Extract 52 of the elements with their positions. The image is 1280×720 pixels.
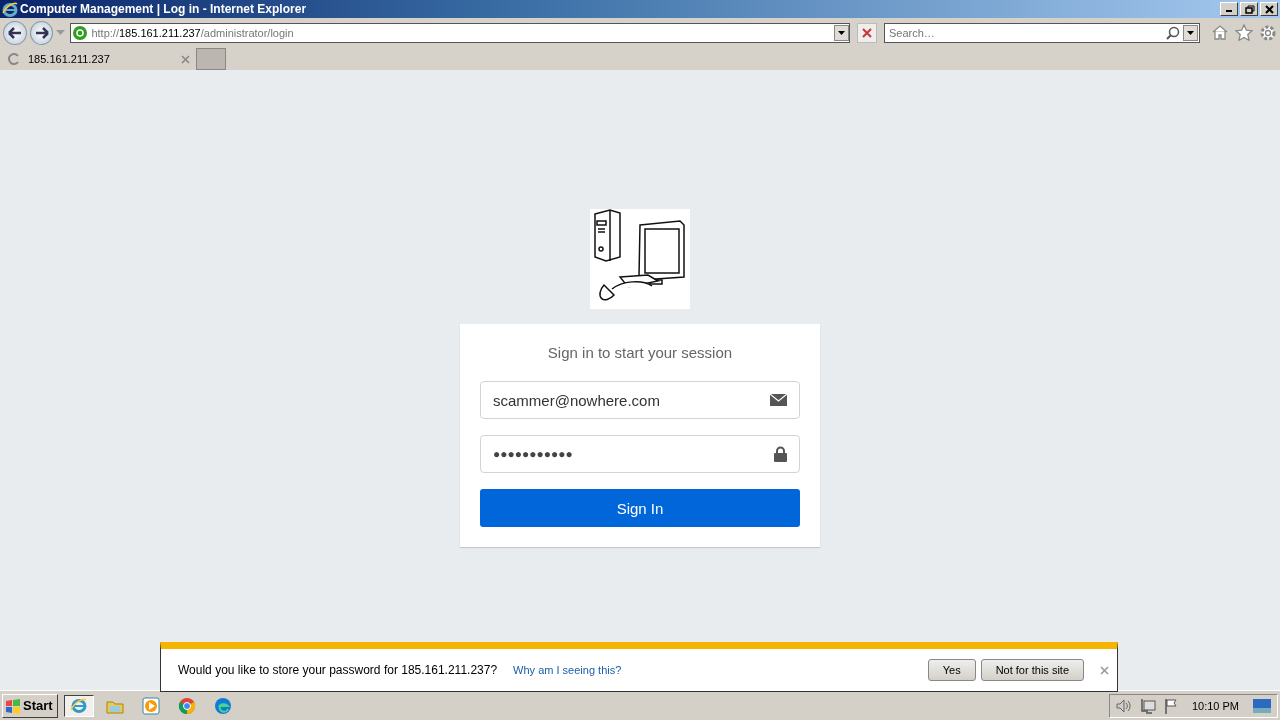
forward-button[interactable] (29, 21, 54, 45)
caret-icon (1187, 31, 1194, 35)
help-link[interactable]: Why am I seeing this? (513, 664, 912, 676)
windows-logo-icon (5, 697, 21, 714)
home-icon[interactable] (1211, 24, 1229, 40)
back-arrow-icon (7, 27, 22, 39)
start-button[interactable]: Start (2, 693, 58, 718)
sign-in-button[interactable]: Sign In (480, 489, 800, 527)
stop-button[interactable] (857, 23, 877, 43)
card-heading: Sign in to start your session (546, 344, 734, 361)
flag-icon[interactable] (1163, 697, 1178, 714)
address-field[interactable]: http://185.161.211.237/administrator/login (70, 23, 851, 43)
settings-icon[interactable] (1259, 24, 1277, 42)
star-icon[interactable] (1235, 24, 1253, 41)
url-text: http://185.161.211.237/administrator/login (91, 27, 295, 39)
restore-icon (1243, 3, 1255, 15)
media-player-icon (141, 696, 160, 715)
email-field[interactable]: scammer@nowhere.com (480, 381, 800, 419)
search-dropdown-button[interactable] (1183, 25, 1198, 41)
close-icon (862, 28, 873, 38)
loading-spinner-icon (8, 53, 20, 65)
prompt-message: Would you like to store your password for 185.161.211.237? (178, 663, 498, 677)
minimize-button[interactable] (1220, 2, 1238, 16)
dropdown-caret-icon[interactable] (56, 30, 66, 36)
site-badge-icon (73, 26, 88, 40)
prompt-button[interactable]: Not for this site (980, 659, 1084, 681)
chrome-icon (177, 696, 196, 715)
back-button[interactable] (3, 21, 27, 45)
taskbar-app-button[interactable] (63, 694, 94, 717)
window-title: Computer Management | Log in - Internet Explorer (20, 2, 308, 16)
minimize-icon (1226, 10, 1232, 12)
password-field[interactable]: ●●●●●●●●●●● (480, 435, 800, 473)
forward-arrow-icon (34, 27, 49, 39)
speaker-icon[interactable] (1115, 698, 1132, 713)
show-desktop-icon[interactable] (1253, 698, 1271, 713)
clock[interactable]: 10:10 PM (1191, 699, 1239, 712)
ie-icon (69, 696, 88, 715)
search-field[interactable]: Search… (884, 23, 1200, 43)
lock-icon (774, 446, 787, 462)
close-icon (1263, 3, 1275, 15)
close-button[interactable] (1260, 2, 1278, 16)
ie-logo-icon (2, 1, 18, 17)
prompt-button[interactable]: Yes (927, 659, 976, 681)
restore-button[interactable] (1240, 2, 1258, 16)
edge-icon (213, 696, 232, 715)
network-icon[interactable] (1139, 697, 1156, 714)
search-icon[interactable] (1166, 26, 1180, 40)
close-icon[interactable] (181, 54, 190, 64)
close-icon[interactable] (1100, 665, 1109, 675)
caret-icon (838, 31, 846, 35)
envelope-icon (770, 394, 787, 406)
address-dropdown-button[interactable] (834, 25, 850, 41)
